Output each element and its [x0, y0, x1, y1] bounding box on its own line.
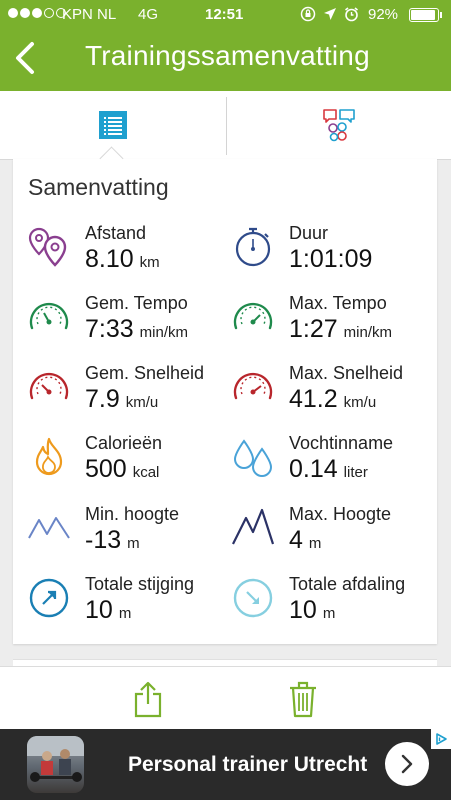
- adchoices-button[interactable]: [431, 729, 451, 749]
- summary-card: Samenvatting Afstand 8.10 km Duur 1:01:09: [13, 159, 437, 644]
- ad-open-button[interactable]: [385, 742, 429, 786]
- stat-unit: km/u: [343, 394, 377, 411]
- stat-label: Duur: [289, 223, 329, 243]
- stat-label: Afstand: [85, 223, 147, 243]
- stat-label: Totale afdaling: [289, 574, 406, 594]
- stat-unit: km/u: [125, 394, 159, 411]
- stat-value: 1:01:09: [289, 245, 373, 273]
- tab-bar: [0, 91, 451, 160]
- status-bar: KPN NL 4G 12:51 92%: [0, 0, 451, 30]
- stat-value: 8.10: [85, 245, 134, 273]
- stat-max-altitude: Max. Hoogte 4m: [231, 504, 436, 568]
- stat-value: 500: [85, 455, 127, 483]
- mountain-dark-icon: [232, 508, 275, 545]
- stat-unit: m: [308, 535, 322, 552]
- gauge-green-icon: [29, 302, 69, 330]
- chat-bubbles-icon: [322, 109, 355, 142]
- stat-fluid-intake: Vochtinname 0.14 liter: [231, 433, 436, 497]
- stat-unit: km: [139, 254, 160, 271]
- adchoices-icon: [436, 733, 447, 745]
- stat-value: 0.14: [289, 455, 338, 483]
- orientation-lock-icon: [300, 6, 316, 22]
- stat-total-descent: Totale afdaling 10 m: [231, 574, 436, 638]
- stat-duration: Duur 1:01:09: [231, 223, 436, 287]
- stat-label: Min. hoogte: [85, 504, 180, 524]
- stat-unit: m: [127, 535, 140, 552]
- alarm-icon: [345, 6, 358, 21]
- stat-value: 4: [289, 526, 303, 554]
- tab-comments[interactable]: [226, 91, 451, 159]
- signal-strength-icon: [8, 8, 66, 18]
- stat-label: Calorieën: [85, 433, 163, 453]
- ad-image: [27, 736, 84, 793]
- carrier-name: KPN NL: [62, 6, 117, 23]
- bottom-toolbar: [0, 666, 451, 730]
- chevron-left-icon: [16, 42, 34, 74]
- stat-max-speed: Max. Snelheid 41.2 km/u: [231, 363, 436, 427]
- ad-headline: Personal trainer Utrecht: [128, 753, 368, 776]
- gauge-red-icon: [233, 372, 273, 400]
- stat-label: Gem. Snelheid: [85, 363, 205, 383]
- page-title: Trainingssamenvatting: [85, 40, 370, 71]
- flame-icon: [35, 437, 63, 476]
- back-button[interactable]: [8, 38, 42, 78]
- stat-max-pace: Max. Tempo 1:27 min/km: [231, 293, 436, 357]
- stat-label: Max. Tempo: [289, 293, 387, 313]
- trash-icon: [290, 681, 316, 718]
- app-header: KPN NL 4G 12:51 92% Trainingssamenvattin: [0, 0, 451, 91]
- stat-value: 10: [289, 596, 317, 624]
- gauge-red-icon: [29, 372, 69, 400]
- delete-button[interactable]: [283, 679, 323, 719]
- stat-calories: Calorieën 500 kcal: [27, 433, 232, 497]
- stat-avg-speed: Gem. Snelheid 7.9 km/u: [27, 363, 232, 427]
- share-button[interactable]: [128, 679, 168, 719]
- gauge-green-icon: [233, 302, 273, 330]
- stat-distance: Afstand 8.10 km: [27, 223, 232, 287]
- stat-avg-pace: Gem. Tempo 7:33 min/km: [27, 293, 232, 357]
- stat-unit: liter: [343, 464, 368, 481]
- stat-unit: min/km: [343, 324, 393, 341]
- stat-min-altitude: Min. hoogte -13 m: [27, 504, 232, 568]
- map-pin-icon: [28, 227, 67, 267]
- status-time: 12:51: [205, 6, 244, 23]
- battery-percentage: 92%: [368, 6, 399, 23]
- location-arrow-icon: [324, 8, 336, 20]
- ad-banner[interactable]: Personal trainer Utrecht: [0, 729, 451, 800]
- share-icon: [134, 681, 162, 718]
- list-icon: [98, 111, 127, 139]
- stat-value: 10: [85, 596, 113, 624]
- stat-label: Max. Hoogte: [289, 504, 392, 524]
- stat-unit: kcal: [132, 464, 160, 481]
- stat-value: 7:33: [85, 315, 134, 343]
- stopwatch-icon: [235, 227, 271, 267]
- stat-value: 41.2: [289, 385, 338, 413]
- stat-total-ascent: Totale stijging 10 m: [27, 574, 232, 638]
- summary-title: Samenvatting: [28, 174, 169, 200]
- stat-label: Max. Snelheid: [289, 363, 404, 383]
- stat-label: Gem. Tempo: [85, 293, 188, 313]
- mountain-light-icon: [28, 517, 70, 539]
- stat-label: Totale stijging: [85, 574, 195, 594]
- arrow-down-circle-icon: [233, 578, 273, 618]
- stat-unit: m: [322, 605, 336, 622]
- battery-icon: [409, 8, 442, 22]
- stat-value: -13: [85, 526, 122, 554]
- stat-value: 7.9: [85, 385, 120, 413]
- water-drops-icon: [233, 439, 273, 477]
- chevron-right-icon: [401, 754, 413, 774]
- network-type: 4G: [138, 6, 159, 23]
- stat-unit: min/km: [139, 324, 189, 341]
- arrow-up-circle-icon: [29, 578, 69, 618]
- stat-value: 1:27: [289, 315, 338, 343]
- stat-label: Vochtinname: [289, 433, 394, 453]
- stat-unit: m: [118, 605, 132, 622]
